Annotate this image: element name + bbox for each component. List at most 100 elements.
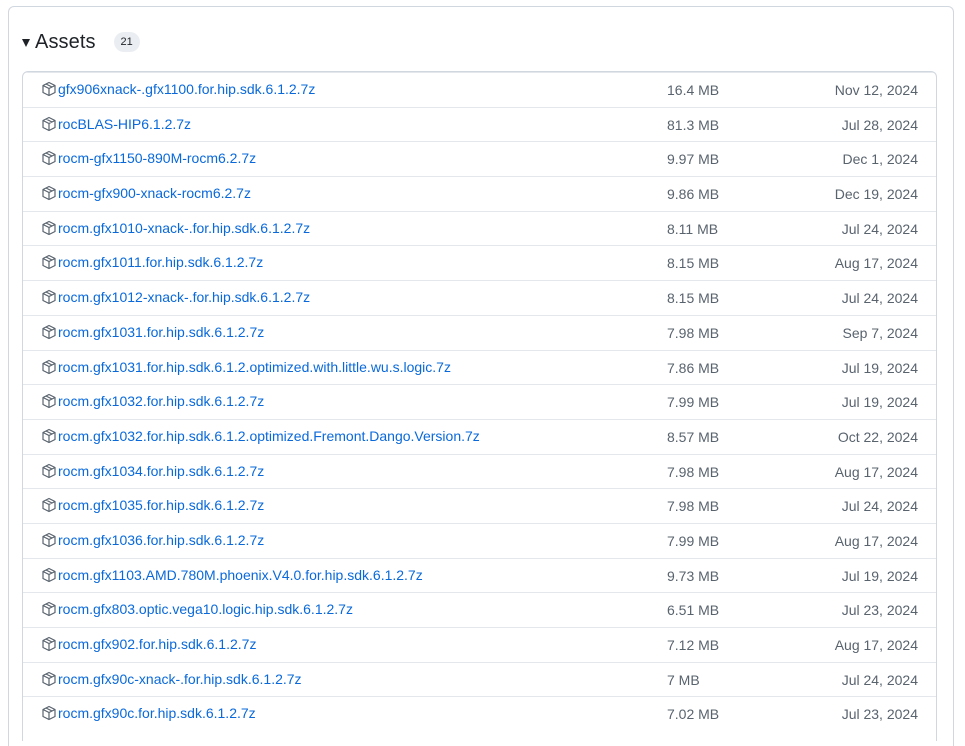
asset-date: Jul 24, 2024	[841, 220, 918, 237]
package-icon	[42, 428, 56, 443]
asset-date: Jul 23, 2024	[841, 602, 918, 619]
package-icon	[42, 81, 56, 97]
asset-date: Jul 19, 2024	[841, 359, 918, 376]
asset-row: rocm.gfx902.for.hip.sdk.6.1.2.7z 7.12 MB…	[23, 627, 936, 662]
package-icon	[42, 567, 56, 582]
asset-download-link[interactable]: rocm.gfx1032.for.hip.sdk.6.1.2.optimized…	[41, 428, 480, 444]
asset-name: rocm-gfx900-xnack-rocm6.2.7z	[58, 185, 251, 202]
package-icon	[42, 324, 56, 339]
asset-download-link[interactable]: rocm.gfx1032.for.hip.sdk.6.1.2.7z	[41, 393, 264, 409]
asset-row: rocm.gfx1032.for.hip.sdk.6.1.2.optimized…	[23, 418, 936, 454]
asset-size: 9.73 MB	[667, 567, 720, 584]
asset-download-link[interactable]: gfx906xnack-.gfx1100.for.hip.sdk.6.1.2.7…	[41, 81, 315, 97]
asset-name: rocm.gfx1032.for.hip.sdk.6.1.2.7z	[58, 393, 265, 410]
assets-count-badge: 21	[113, 32, 140, 52]
asset-download-link[interactable]: rocm-gfx900-xnack-rocm6.2.7z	[41, 185, 251, 201]
package-icon	[42, 706, 56, 721]
asset-size: 8.11 MB	[667, 220, 719, 237]
asset-row: rocm-gfx900-xnack-rocm6.2.7z 9.86 MB Dec…	[23, 176, 936, 211]
asset-name: rocm.gfx1103.AMD.780M.phoenix.V4.0.for.h…	[58, 566, 423, 583]
package-icon	[42, 394, 56, 409]
asset-download-link[interactable]: rocm.gfx902.for.hip.sdk.6.1.2.7z	[41, 636, 256, 652]
asset-download-link[interactable]: rocBLAS-HIP6.1.2.7z	[41, 116, 191, 132]
asset-date: Jul 24, 2024	[841, 671, 918, 688]
asset-download-link[interactable]: rocm.gfx1034.for.hip.sdk.6.1.2.7z	[41, 463, 264, 479]
asset-name: rocm.gfx1035.for.hip.sdk.6.1.2.7z	[58, 497, 265, 514]
asset-name: rocm.gfx1031.for.hip.sdk.6.1.2.optimized…	[58, 358, 451, 375]
package-icon	[42, 255, 56, 270]
asset-date: Jul 19, 2024	[841, 394, 918, 411]
asset-list: gfx906xnack-.gfx1100.for.hip.sdk.6.1.2.7…	[22, 71, 937, 741]
asset-date: Aug 17, 2024	[834, 255, 918, 272]
asset-size: 81.3 MB	[667, 116, 720, 133]
asset-download-link[interactable]: rocm.gfx1103.AMD.780M.phoenix.V4.0.for.h…	[41, 567, 423, 583]
asset-download-link[interactable]: rocm.gfx1036.for.hip.sdk.6.1.2.7z	[41, 532, 264, 548]
asset-date: Sep 7, 2024	[842, 324, 918, 341]
asset-name: rocBLAS-HIP6.1.2.7z	[58, 115, 192, 132]
package-icon	[42, 498, 56, 513]
asset-size: 7.98 MB	[667, 498, 720, 515]
asset-name: rocm.gfx1012-xnack-.for.hip.sdk.6.1.2.7z	[58, 289, 311, 306]
asset-date: Dec 19, 2024	[834, 186, 918, 203]
assets-title: Assets	[35, 30, 96, 53]
asset-size: 6.51 MB	[667, 602, 720, 619]
asset-name: rocm.gfx1032.for.hip.sdk.6.1.2.optimized…	[58, 427, 480, 444]
asset-size: 7.99 MB	[667, 394, 720, 411]
asset-name: rocm.gfx90c-xnack-.for.hip.sdk.6.1.2.7z	[58, 670, 302, 687]
package-icon	[42, 116, 56, 131]
asset-date: Aug 17, 2024	[834, 463, 918, 480]
asset-row: rocm.gfx1036.for.hip.sdk.6.1.2.7z 7.99 M…	[23, 522, 936, 558]
asset-row: rocm.gfx1103.AMD.780M.phoenix.V4.0.for.h…	[23, 557, 936, 593]
asset-date: Jul 24, 2024	[841, 290, 918, 307]
asset-download-link[interactable]: rocm.gfx1011.for.hip.sdk.6.1.2.7z	[41, 254, 263, 270]
asset-date: Oct 22, 2024	[837, 428, 918, 445]
asset-date: Jul 24, 2024	[841, 498, 918, 515]
asset-name: rocm.gfx1011.for.hip.sdk.6.1.2.7z	[58, 254, 264, 271]
asset-row: rocm.gfx1012-xnack-.for.hip.sdk.6.1.2.7z…	[23, 280, 936, 315]
package-icon	[42, 185, 56, 201]
asset-download-link[interactable]: rocm.gfx1012-xnack-.for.hip.sdk.6.1.2.7z	[41, 289, 310, 305]
asset-name: gfx906xnack-.gfx1100.for.hip.sdk.6.1.2.7…	[58, 81, 316, 97]
asset-row: rocm.gfx90c-xnack-.for.hip.sdk.6.1.2.7z …	[23, 661, 936, 697]
asset-row: rocm.gfx1035.for.hip.sdk.6.1.2.7z 7.98 M…	[23, 488, 936, 523]
asset-size: 7.99 MB	[667, 532, 720, 549]
asset-row: rocm.gfx1031.for.hip.sdk.6.1.2.7z 7.98 M…	[23, 314, 936, 350]
asset-row: rocm.gfx1032.for.hip.sdk.6.1.2.7z 7.99 M…	[23, 384, 936, 419]
asset-date: Dec 1, 2024	[842, 151, 919, 168]
asset-size: 7.12 MB	[667, 637, 720, 653]
asset-date: Jul 28, 2024	[841, 116, 918, 133]
asset-row: rocm-gfx1150-890M-rocm6.2.7z 9.97 MB Dec…	[23, 141, 936, 176]
asset-size: 8.15 MB	[667, 290, 720, 307]
asset-download-link[interactable]: rocm.gfx1010-xnack-.for.hip.sdk.6.1.2.7z	[41, 220, 310, 236]
asset-download-link[interactable]: rocm.gfx1031.for.hip.sdk.6.1.2.7z	[41, 324, 264, 340]
asset-name: rocm.gfx1034.for.hip.sdk.6.1.2.7z	[58, 462, 265, 479]
asset-row: rocm.gfx1010-xnack-.for.hip.sdk.6.1.2.7z…	[23, 210, 936, 246]
asset-row: rocm.gfx803.optic.vega10.logic.hip.sdk.6…	[23, 592, 936, 627]
asset-row: rocBLAS-HIP6.1.2.7z 81.3 MB Jul 28, 2024	[23, 106, 936, 142]
asset-download-link[interactable]: rocm.gfx1031.for.hip.sdk.6.1.2.optimized…	[41, 359, 451, 375]
asset-download-link[interactable]: rocm.gfx803.optic.vega10.logic.hip.sdk.6…	[41, 601, 353, 617]
asset-download-link[interactable]: rocm.gfx1035.for.hip.sdk.6.1.2.7z	[41, 497, 264, 513]
asset-download-link[interactable]: rocm.gfx90c-xnack-.for.hip.sdk.6.1.2.7z	[41, 671, 302, 687]
assets-toggle[interactable]: Assets 21	[22, 28, 140, 56]
asset-name: rocm.gfx902.for.hip.sdk.6.1.2.7z	[58, 636, 257, 652]
asset-download-link[interactable]: rocm.gfx90c.for.hip.sdk.6.1.2.7z	[41, 705, 256, 721]
asset-row: rocm.gfx1031.for.hip.sdk.6.1.2.optimized…	[23, 349, 936, 385]
asset-size: 9.86 MB	[667, 186, 720, 203]
package-icon	[42, 463, 56, 478]
asset-name: rocm.gfx803.optic.vega10.logic.hip.sdk.6…	[58, 601, 353, 618]
package-icon	[42, 359, 56, 374]
package-icon	[42, 671, 56, 686]
asset-row: rocm.gfx90c.for.hip.sdk.6.1.2.7z 7.02 MB…	[23, 696, 936, 731]
package-icon	[42, 602, 56, 617]
asset-date: Aug 17, 2024	[834, 637, 918, 653]
asset-row: rocm.gfx1034.for.hip.sdk.6.1.2.7z 7.98 M…	[23, 453, 936, 489]
asset-size: 7 MB	[667, 671, 700, 688]
asset-download-link[interactable]: rocm-gfx1150-890M-rocm6.2.7z	[41, 150, 256, 166]
asset-size: 9.97 MB	[667, 151, 720, 168]
asset-name: rocm.gfx1036.for.hip.sdk.6.1.2.7z	[58, 531, 265, 548]
asset-size: 7.02 MB	[667, 706, 720, 723]
asset-row: rocm.gfx1011.for.hip.sdk.6.1.2.7z 8.15 M…	[23, 245, 936, 280]
asset-name: rocm-gfx1150-890M-rocm6.2.7z	[58, 150, 257, 167]
asset-date: Aug 17, 2024	[834, 532, 918, 549]
